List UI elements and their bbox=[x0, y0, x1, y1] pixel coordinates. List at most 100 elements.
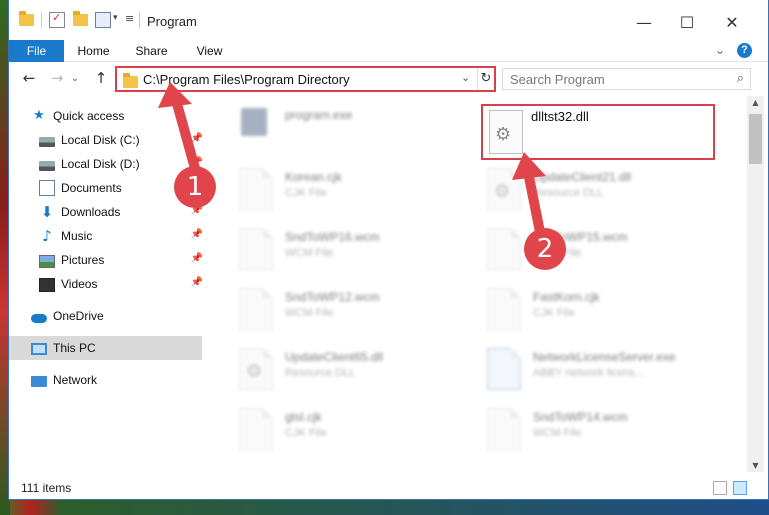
scroll-up-icon[interactable]: ▲ bbox=[747, 98, 764, 107]
navigation-bar: ← → ⌄ ↑ C:\Program Files\Program Directo… bbox=[9, 62, 768, 96]
sidebar-item-label: Documents bbox=[61, 181, 122, 195]
sidebar-item-label: Music bbox=[61, 229, 93, 243]
help-icon[interactable]: ? bbox=[737, 43, 752, 58]
file-name: gtsl.cjk bbox=[285, 410, 322, 424]
file-icon bbox=[239, 168, 273, 210]
scroll-thumb[interactable] bbox=[749, 114, 762, 164]
sidebar-item-downloads[interactable]: ⬇ Downloads 📌 bbox=[39, 200, 203, 224]
downloads-icon: ⬇ bbox=[40, 203, 54, 221]
sidebar-item-label: Downloads bbox=[61, 205, 121, 219]
file-name: UpdateClient21.dll bbox=[533, 170, 632, 184]
file-type: Resource DLL bbox=[285, 367, 356, 379]
divider bbox=[139, 12, 140, 28]
pictures-icon bbox=[39, 254, 55, 268]
tab-file[interactable]: File bbox=[9, 40, 64, 62]
scroll-down-icon[interactable]: ▼ bbox=[747, 461, 764, 470]
sidebar-item-label: OneDrive bbox=[53, 309, 104, 323]
file-item[interactable]: program.exe bbox=[229, 100, 464, 156]
sidebar-item-label: Videos bbox=[61, 277, 98, 291]
sidebar-item-label: Local Disk (D:) bbox=[61, 157, 140, 171]
file-icon bbox=[487, 288, 521, 330]
file-item[interactable]: ⚙ UpdateClient65.dll Resource DLL bbox=[229, 342, 464, 398]
file-item[interactable]: FastKorn.cjk CJK File bbox=[477, 282, 712, 338]
search-icon[interactable]: ⌕ bbox=[737, 71, 744, 86]
maximize-button[interactable]: ☐ bbox=[672, 10, 702, 34]
file-item[interactable]: ⚙ UpdateClient21.dll Resource DLL bbox=[477, 162, 712, 218]
sidebar-item-onedrive[interactable]: OneDrive bbox=[31, 304, 203, 328]
file-icon bbox=[239, 408, 273, 450]
file-name: FastKorn.cjk bbox=[533, 290, 600, 304]
gear-icon: ⚙ bbox=[495, 124, 512, 145]
address-bar[interactable]: C:\Program Files\Program Directory ⌄ ↻ bbox=[115, 66, 496, 92]
properties-icon[interactable]: ✓ bbox=[49, 11, 65, 28]
sidebar-item-music[interactable]: ♪ Music 📌 bbox=[39, 224, 203, 248]
large-icons-view-icon[interactable] bbox=[733, 481, 747, 495]
customize-toolbar-icon[interactable]: ≡ bbox=[125, 12, 134, 25]
gear-icon: ⚙ bbox=[494, 181, 511, 202]
gear-icon: ⚙ bbox=[246, 361, 263, 382]
search-box[interactable]: Search Program ⌕ bbox=[502, 68, 751, 90]
file-name: SndToWP16.wcm bbox=[285, 230, 380, 244]
item-count: 111 items bbox=[21, 481, 72, 495]
file-item[interactable]: SndToWP15.wcm WCM File bbox=[477, 222, 712, 278]
target-file-highlight[interactable]: ⚙ dlltst32.dll bbox=[481, 104, 715, 160]
minimize-button[interactable]: — bbox=[629, 10, 659, 34]
ribbon-tabs: File Home Share View ⌄ ? bbox=[9, 40, 768, 62]
chevron-down-icon[interactable]: ▾ bbox=[113, 13, 118, 23]
up-arrow-icon[interactable]: ↑ bbox=[91, 68, 111, 88]
file-item[interactable]: gtsl.cjk CJK File bbox=[229, 402, 464, 458]
view-options-icon[interactable] bbox=[95, 12, 111, 28]
recent-locations-icon[interactable]: ⌄ bbox=[69, 68, 81, 88]
file-icon: ⚙ bbox=[487, 168, 521, 210]
file-type: WCM File bbox=[533, 427, 582, 439]
file-item[interactable]: SndToWP12.wcm WCM File bbox=[229, 282, 464, 338]
sidebar-item-network[interactable]: Network bbox=[31, 368, 203, 392]
search-input[interactable]: Search Program bbox=[510, 72, 605, 87]
file-icon bbox=[487, 408, 521, 450]
collapse-ribbon-icon[interactable]: ⌄ bbox=[715, 43, 725, 57]
file-item[interactable]: SndToWP14.wcm WCM File bbox=[477, 402, 712, 458]
tab-share[interactable]: Share bbox=[129, 40, 174, 62]
address-path: C:\Program Files\Program Directory bbox=[143, 72, 350, 87]
sidebar-item-this-pc[interactable]: This PC bbox=[9, 336, 202, 360]
step-2-badge: 2 bbox=[524, 228, 566, 270]
sidebar-item-videos[interactable]: Videos 📌 bbox=[39, 272, 203, 296]
disk-icon bbox=[39, 160, 55, 171]
file-icon bbox=[239, 228, 273, 270]
file-item[interactable]: Korean.cjk CJK File bbox=[229, 162, 464, 218]
back-arrow-icon[interactable]: ← bbox=[19, 68, 39, 88]
new-folder-icon[interactable] bbox=[73, 11, 88, 26]
forward-arrow-icon[interactable]: → bbox=[47, 68, 67, 88]
sidebar-item-local-disk-c[interactable]: Local Disk (C:) 📌 bbox=[39, 128, 203, 152]
sidebar-item-label: Pictures bbox=[61, 253, 105, 267]
file-name: SndToWP14.wcm bbox=[533, 410, 628, 424]
file-item[interactable]: SndToWP16.wcm WCM File bbox=[229, 222, 464, 278]
details-view-icon[interactable] bbox=[713, 481, 727, 495]
address-folder-icon bbox=[123, 73, 138, 88]
sidebar-item-quick-access[interactable]: ★ Quick access bbox=[31, 104, 203, 128]
pin-icon[interactable]: 📌 bbox=[191, 133, 203, 144]
address-dropdown-icon[interactable]: ⌄ bbox=[461, 71, 470, 84]
file-type: CJK File bbox=[285, 427, 327, 439]
pin-icon[interactable]: 📌 bbox=[191, 229, 203, 240]
divider bbox=[41, 12, 42, 28]
network-icon bbox=[31, 376, 47, 387]
file-name: NetworkLicenseServer.exe bbox=[533, 350, 676, 364]
file-name: Korean.cjk bbox=[285, 170, 342, 184]
tab-home[interactable]: Home bbox=[71, 40, 116, 62]
file-name: program.exe bbox=[285, 108, 353, 122]
file-item[interactable]: NetworkLicenseServer.exe ABBY network li… bbox=[477, 342, 712, 398]
star-icon: ★ bbox=[33, 108, 45, 123]
pin-icon[interactable]: 📌 bbox=[191, 253, 203, 264]
file-icon: ⚙ bbox=[239, 348, 273, 390]
navigation-pane: ★ Quick access Local Disk (C:) 📌 Local D… bbox=[9, 96, 209, 472]
vertical-scrollbar[interactable]: ▲ ▼ bbox=[747, 96, 764, 472]
sidebar-item-pictures[interactable]: Pictures 📌 bbox=[39, 248, 203, 272]
documents-icon bbox=[39, 180, 55, 196]
sidebar-item-label: Network bbox=[53, 373, 98, 387]
pin-icon[interactable]: 📌 bbox=[191, 277, 203, 288]
close-button[interactable]: ✕ bbox=[717, 10, 747, 34]
refresh-icon[interactable]: ↻ bbox=[477, 68, 494, 90]
tab-view[interactable]: View bbox=[187, 40, 232, 62]
music-icon: ♪ bbox=[42, 227, 52, 245]
